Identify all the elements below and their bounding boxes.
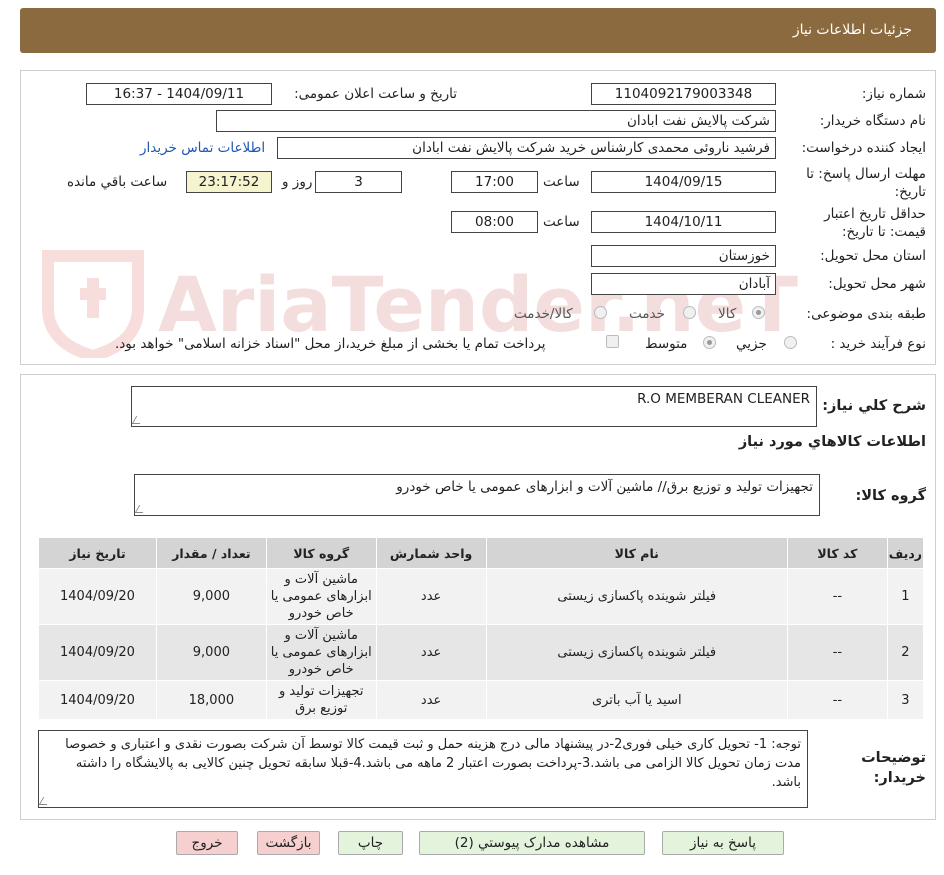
announce-label: تاریخ و ساعت اعلان عمومی: <box>294 86 457 102</box>
resize-handle-icon[interactable] <box>131 416 145 424</box>
page-header: جزئیات اطلاعات نیاز <box>20 8 936 53</box>
page-title: جزئیات اطلاعات نیاز <box>792 22 912 38</box>
cell-row-no: 3 <box>886 680 925 720</box>
description-field: R.O MEMBERAN CLEANER <box>131 386 817 427</box>
treasury-checkbox[interactable] <box>606 335 619 348</box>
deadline-time-field: 17:00 <box>451 171 538 193</box>
cell-group: ماشین آلات و ابزارهای عمومی یا خاص خودرو <box>265 624 377 681</box>
deadline-time-label: ساعت <box>543 174 580 190</box>
col-header-date: تاريخ نياز <box>38 537 157 569</box>
resize-handle-icon[interactable] <box>38 797 52 805</box>
cell-code: -- <box>786 568 888 625</box>
province-label: استان محل تحویل: <box>820 248 926 264</box>
cell-group: ماشین آلات و ابزارهای عمومی یا خاص خودرو <box>265 568 377 625</box>
col-header-name: نام کالا <box>485 537 788 569</box>
description-value: R.O MEMBERAN CLEANER <box>637 391 810 407</box>
cell-group: تجهیزات تولید و توزیع برق <box>265 680 377 720</box>
cell-row-no: 2 <box>886 624 925 681</box>
table-row: 1 -- فیلتر شوینده پاکسازی زیستی عدد ماشی… <box>38 568 925 625</box>
days-remaining-field: 3 <box>315 171 402 193</box>
buyer-notes-field: توجه: 1- تحویل کاری خیلی فوری2-در پیشنها… <box>38 730 808 808</box>
cell-date: 1404/09/20 <box>38 680 157 720</box>
col-header-code: کد کالا <box>786 537 888 569</box>
validity-date-field: 1404/10/11 <box>591 211 776 233</box>
validity-time-field: 08:00 <box>451 211 538 233</box>
city-field: آبادان <box>591 273 776 295</box>
validity-label: حداقل تاریخ اعتبار قیمت: تا تاریخ: <box>824 206 926 240</box>
category-label: طبقه بندی موضوعی: <box>806 306 926 322</box>
reply-button[interactable]: پاسخ به نیاز <box>662 831 784 855</box>
description-label: شرح کلي نياز: <box>822 398 926 414</box>
buyer-notes-label: توضیحات خریدار: <box>861 750 926 786</box>
goods-group-label: گروه کالا: <box>855 488 926 504</box>
cell-name: اسید یا آب باتری <box>485 680 788 720</box>
table-header-row: رديف کد کالا نام کالا واحد شمارش گروه کا… <box>38 537 925 569</box>
cell-name: فیلتر شوینده پاکسازی زیستی <box>485 568 788 625</box>
process-minor-label: جزیي <box>736 336 767 352</box>
deadline-label: مهلت ارسال پاسخ: تا تاریخ: <box>806 166 926 200</box>
cell-quantity: 18,000 <box>155 680 267 720</box>
requester-field: فرشید ناروئی محمدی کارشناس خرید شرکت پال… <box>277 137 776 159</box>
cell-unit: عدد <box>375 624 487 681</box>
category-both-radio[interactable] <box>594 306 607 319</box>
requester-label: ایجاد کننده درخواست: <box>801 140 926 156</box>
process-label: نوع فرآیند خرید : <box>830 336 926 352</box>
category-goods-radio[interactable] <box>752 306 765 319</box>
col-header-row-no: رديف <box>886 537 925 569</box>
view-attachments-button[interactable]: مشاهده مدارک پیوستي (2) <box>419 831 645 855</box>
province-field: خوزستان <box>591 245 776 267</box>
col-header-group: گروه کالا <box>265 537 377 569</box>
cell-name: فیلتر شوینده پاکسازی زیستی <box>485 624 788 681</box>
need-number-label: شماره نیاز: <box>861 86 926 102</box>
print-button[interactable]: چاپ <box>338 831 403 855</box>
col-header-unit: واحد شمارش <box>375 537 487 569</box>
treasury-note: پرداخت تمام یا بخشی از مبلغ خرید،از محل … <box>115 336 546 352</box>
goods-group-value: تجهیزات تولید و توزیع برق// ماشین آلات و… <box>396 479 813 495</box>
process-medium-label: متوسط <box>645 336 688 352</box>
cell-date: 1404/09/20 <box>38 624 157 681</box>
category-both-label: کالا/خدمت <box>514 306 573 322</box>
exit-button[interactable]: خروج <box>176 831 238 855</box>
resize-handle-icon[interactable] <box>134 505 148 513</box>
cell-quantity: 9,000 <box>155 568 267 625</box>
remaining-label: ساعت باقي مانده <box>67 174 168 190</box>
cell-unit: عدد <box>375 680 487 720</box>
need-number-field: 1104092179003348 <box>591 83 776 105</box>
cell-row-no: 1 <box>886 568 925 625</box>
buyer-notes-value: توجه: 1- تحویل کاری خیلی فوری2-در پیشنها… <box>65 737 801 790</box>
process-minor-radio[interactable] <box>784 336 797 349</box>
cell-code: -- <box>786 624 888 681</box>
category-service-radio[interactable] <box>683 306 696 319</box>
cell-unit: عدد <box>375 568 487 625</box>
cell-code: -- <box>786 680 888 720</box>
remaining-time-field: 23:17:52 <box>186 171 272 193</box>
category-goods-label: کالا <box>718 306 737 322</box>
process-medium-radio[interactable] <box>703 336 716 349</box>
announce-field: 1404/09/11 - 16:37 <box>86 83 272 105</box>
goods-group-field: تجهیزات تولید و توزیع برق// ماشین آلات و… <box>134 474 820 516</box>
buyer-contact-link[interactable]: اطلاعات تماس خریدار <box>140 140 265 156</box>
col-header-quantity: تعداد / مقدار <box>155 537 267 569</box>
cell-date: 1404/09/20 <box>38 568 157 625</box>
days-label: روز و <box>282 174 313 190</box>
back-button[interactable]: بازگشت <box>257 831 320 855</box>
goods-section-title: اطلاعات کالاهاي مورد نياز <box>738 434 926 450</box>
category-service-label: خدمت <box>629 306 665 322</box>
city-label: شهر محل تحویل: <box>828 276 926 292</box>
cell-quantity: 9,000 <box>155 624 267 681</box>
buyer-org-field: شرکت پالایش نفت ابادان <box>216 110 776 132</box>
goods-table: رديف کد کالا نام کالا واحد شمارش گروه کا… <box>38 537 925 720</box>
deadline-date-field: 1404/09/15 <box>591 171 776 193</box>
table-row: 3 -- اسید یا آب باتری عدد تجهیزات تولید … <box>38 680 925 720</box>
validity-time-label: ساعت <box>543 214 580 230</box>
table-row: 2 -- فیلتر شوینده پاکسازی زیستی عدد ماشی… <box>38 624 925 681</box>
buyer-org-label: نام دستگاه خریدار: <box>819 113 926 129</box>
